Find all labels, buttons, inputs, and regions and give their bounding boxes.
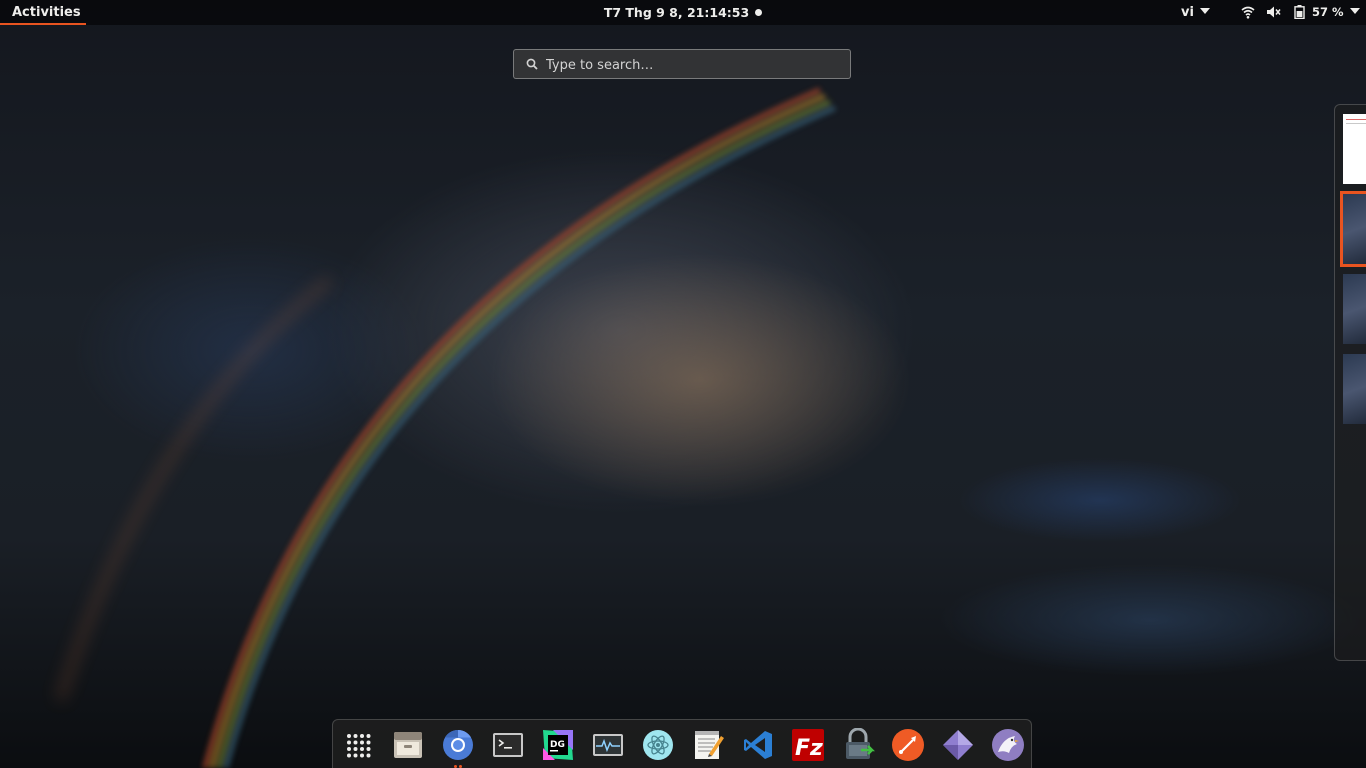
show-applications-icon[interactable] [341,728,375,762]
files-icon[interactable] [391,728,425,762]
system-menu-chevron-icon [1349,8,1360,14]
wallpaper-rainbow [55,87,836,768]
vscode-icon[interactable] [741,728,775,762]
language-label: vi [1181,5,1194,20]
chromium-launcher[interactable] [441,728,475,768]
clock-text: T7 Thg 9 8, 21:14:53 [603,5,750,20]
battery-icon[interactable] [1294,5,1305,19]
filezilla-icon[interactable]: Fz [791,728,825,762]
search-icon [526,58,538,70]
window-preview-line [1346,123,1366,124]
svg-text:DG: DG [550,740,565,750]
terminal-icon[interactable] [491,728,525,762]
postman-icon[interactable] [891,728,925,762]
eagle-app-icon[interactable] [991,728,1025,762]
dash-dock: DG Fz [332,719,1032,768]
chevron-down-icon [1199,8,1210,14]
password-safe-icon[interactable] [841,728,875,762]
window-preview-line [1346,119,1366,120]
wifi-icon[interactable] [1241,5,1255,19]
system-monitor-icon[interactable] [591,728,625,762]
battery-label: 57 % [1312,5,1344,19]
text-editor-icon[interactable] [691,728,725,762]
workspace-3-thumbnail[interactable] [1343,274,1366,344]
clock-menu[interactable]: T7 Thg 9 8, 21:14:53 [0,0,1366,25]
notification-dot-icon [755,9,763,16]
datagrip-icon[interactable]: DG [541,728,575,762]
top-bar: Activities T7 Thg 9 8, 21:14:53 vi 57 % [0,0,1366,25]
workspace-4-thumbnail[interactable] [1343,354,1366,424]
battery-percentage[interactable]: 57 % [1312,0,1360,25]
language-selector[interactable]: vi [1181,0,1210,25]
volume-muted-icon[interactable] [1266,5,1281,19]
electron-app-icon[interactable] [641,728,675,762]
emulator-icon[interactable] [941,728,975,762]
search-box[interactable] [513,49,851,80]
workspace-1-thumbnail[interactable] [1343,114,1366,184]
workspace-2-thumbnail-active[interactable] [1340,191,1366,267]
workspace-switcher [1334,104,1366,661]
chromium-icon [443,730,473,760]
search-input[interactable] [544,50,838,80]
svg-text:Fz: Fz [795,736,823,761]
